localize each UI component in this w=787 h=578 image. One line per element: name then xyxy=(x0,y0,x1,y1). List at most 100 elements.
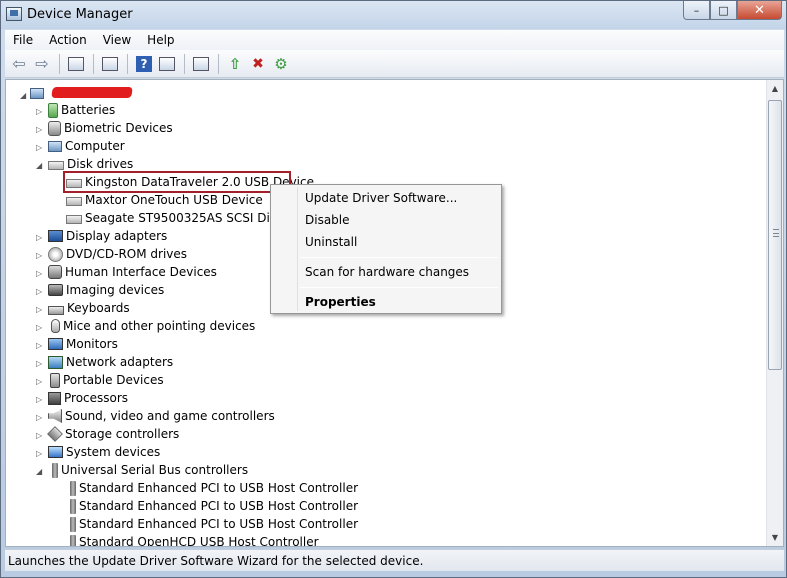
toolbar: ⇦ ⇨ ? ⇧ ✖ ⚙ xyxy=(5,50,784,78)
properties-menu-item[interactable]: Properties xyxy=(305,295,376,309)
vertical-scrollbar[interactable]: ▲ ▼ xyxy=(766,80,783,546)
minimize-button[interactable]: – xyxy=(683,1,710,20)
menu-view[interactable]: View xyxy=(95,33,139,47)
uninstall-menu-item[interactable]: Uninstall xyxy=(305,235,357,249)
expander-icon[interactable]: ◢ xyxy=(36,467,44,476)
window-title: Device Manager xyxy=(27,7,133,22)
back-button[interactable]: ⇦ xyxy=(8,53,30,75)
category-label: Display adapters xyxy=(66,229,168,243)
device-openhcd-host-controller[interactable]: Standard OpenHCD USB Host Controller xyxy=(66,533,319,546)
device-manager-window: Device Manager – □ ✕ File Action View He… xyxy=(0,0,787,578)
category-label: System devices xyxy=(66,445,161,459)
category-label: Monitors xyxy=(66,337,118,351)
expander-icon[interactable]: ▷ xyxy=(36,287,44,296)
expander-icon[interactable]: ▷ xyxy=(36,251,44,260)
toolbar-separator xyxy=(59,53,60,74)
category-mice[interactable]: Mice and other pointing devices xyxy=(48,317,255,335)
category-storage-controllers[interactable]: Storage controllers xyxy=(47,425,180,443)
category-keyboards[interactable]: Keyboards xyxy=(48,299,130,317)
expander-icon[interactable]: ▷ xyxy=(36,107,44,116)
close-button[interactable]: ✕ xyxy=(737,1,782,20)
category-label: Storage controllers xyxy=(65,427,180,441)
scroll-up-icon[interactable]: ▲ xyxy=(767,80,783,97)
device-usb-host-controller[interactable]: Standard Enhanced PCI to USB Host Contro… xyxy=(66,497,358,515)
disable-device-button[interactable]: ✖ xyxy=(247,53,269,75)
category-usb-controllers[interactable]: Universal Serial Bus controllers xyxy=(48,461,248,479)
toolbar-separator xyxy=(127,53,128,74)
system-device-icon xyxy=(48,446,63,458)
expander-icon[interactable]: ▷ xyxy=(36,341,44,350)
forward-icon: ⇨ xyxy=(35,54,49,73)
portable-device-icon xyxy=(50,372,60,388)
device-maxtor-onetouch[interactable]: Maxtor OneTouch USB Device xyxy=(66,191,263,209)
category-display-adapters[interactable]: Display adapters xyxy=(48,227,167,245)
toolbar-separator xyxy=(184,53,185,74)
sound-icon xyxy=(48,409,62,423)
category-processors[interactable]: Processors xyxy=(48,389,128,407)
expander-icon[interactable]: ▷ xyxy=(36,431,44,440)
scroll-down-icon[interactable]: ▼ xyxy=(767,529,783,546)
uninstall-device-icon: ⚙ xyxy=(274,54,288,73)
show-hide-tree-button[interactable] xyxy=(65,53,87,75)
menu-bar: File Action View Help xyxy=(5,30,784,50)
properties-button[interactable] xyxy=(99,53,121,75)
scroll-thumb[interactable] xyxy=(768,100,782,370)
menu-action[interactable]: Action xyxy=(41,33,95,47)
expander-icon[interactable]: ▷ xyxy=(36,395,44,404)
expander-icon[interactable]: ▷ xyxy=(36,143,44,152)
toolbar-separator xyxy=(218,53,219,74)
scan-hardware-menu-item[interactable]: Scan for hardware changes xyxy=(305,265,469,279)
menu-help[interactable]: Help xyxy=(139,33,182,47)
view-button[interactable] xyxy=(156,53,178,75)
category-imaging-devices[interactable]: Imaging devices xyxy=(48,281,164,299)
category-system-devices[interactable]: System devices xyxy=(48,443,160,461)
category-dvd-cd-rom[interactable]: DVD/CD-ROM drives xyxy=(48,245,187,263)
category-human-interface-devices[interactable]: Human Interface Devices xyxy=(48,263,217,281)
expander-icon[interactable]: ▷ xyxy=(36,359,44,368)
menu-file[interactable]: File xyxy=(5,33,41,47)
expander-icon[interactable]: ◢ xyxy=(36,161,44,170)
category-label: Portable Devices xyxy=(63,373,164,387)
category-biometric-devices[interactable]: Biometric Devices xyxy=(48,119,173,137)
menu-separator xyxy=(300,257,498,258)
uninstall-device-button[interactable]: ⚙ xyxy=(270,53,292,75)
expander-root-icon[interactable]: ◢ xyxy=(20,91,28,100)
category-label: Universal Serial Bus controllers xyxy=(61,463,249,477)
device-label: Maxtor OneTouch USB Device xyxy=(85,193,263,207)
mouse-icon xyxy=(51,319,60,333)
disable-menu-item[interactable]: Disable xyxy=(305,213,350,227)
category-sound-video-game[interactable]: Sound, video and game controllers xyxy=(48,407,275,425)
computer-root-icon xyxy=(30,88,44,99)
scan-hardware-button[interactable] xyxy=(190,53,212,75)
title-bar[interactable]: Device Manager – □ ✕ xyxy=(1,1,786,29)
category-portable-devices[interactable]: Portable Devices xyxy=(48,371,164,389)
forward-button[interactable]: ⇨ xyxy=(31,53,53,75)
category-label: Human Interface Devices xyxy=(65,265,217,279)
category-batteries[interactable]: Batteries xyxy=(48,101,115,119)
expander-icon[interactable]: ▷ xyxy=(36,125,44,134)
expander-icon[interactable]: ▷ xyxy=(36,323,44,332)
update-driver-menu-item[interactable]: Update Driver Software... xyxy=(305,191,457,205)
expander-icon[interactable]: ▷ xyxy=(36,449,44,458)
maximize-button[interactable]: □ xyxy=(710,1,737,20)
category-label: Biometric Devices xyxy=(64,121,173,135)
disk-drive-icon xyxy=(48,161,64,170)
tree-root[interactable] xyxy=(30,84,47,102)
usb-icon xyxy=(52,462,58,478)
help-button[interactable]: ? xyxy=(133,53,155,75)
expander-icon[interactable]: ▷ xyxy=(36,413,44,422)
category-label: DVD/CD-ROM drives xyxy=(66,247,188,261)
toolbar-separator xyxy=(93,53,94,74)
expander-icon[interactable]: ▷ xyxy=(36,377,44,386)
expander-icon[interactable]: ▷ xyxy=(36,269,44,278)
computer-icon xyxy=(48,141,62,152)
category-computer[interactable]: Computer xyxy=(48,137,125,155)
biometric-icon xyxy=(48,120,61,136)
update-driver-button[interactable]: ⇧ xyxy=(224,53,246,75)
device-usb-host-controller[interactable]: Standard Enhanced PCI to USB Host Contro… xyxy=(66,479,358,497)
device-usb-host-controller[interactable]: Standard Enhanced PCI to USB Host Contro… xyxy=(66,515,358,533)
category-monitors[interactable]: Monitors xyxy=(48,335,118,353)
expander-icon[interactable]: ▷ xyxy=(36,305,44,314)
category-network-adapters[interactable]: Network adapters xyxy=(48,353,173,371)
expander-icon[interactable]: ▷ xyxy=(36,233,44,242)
